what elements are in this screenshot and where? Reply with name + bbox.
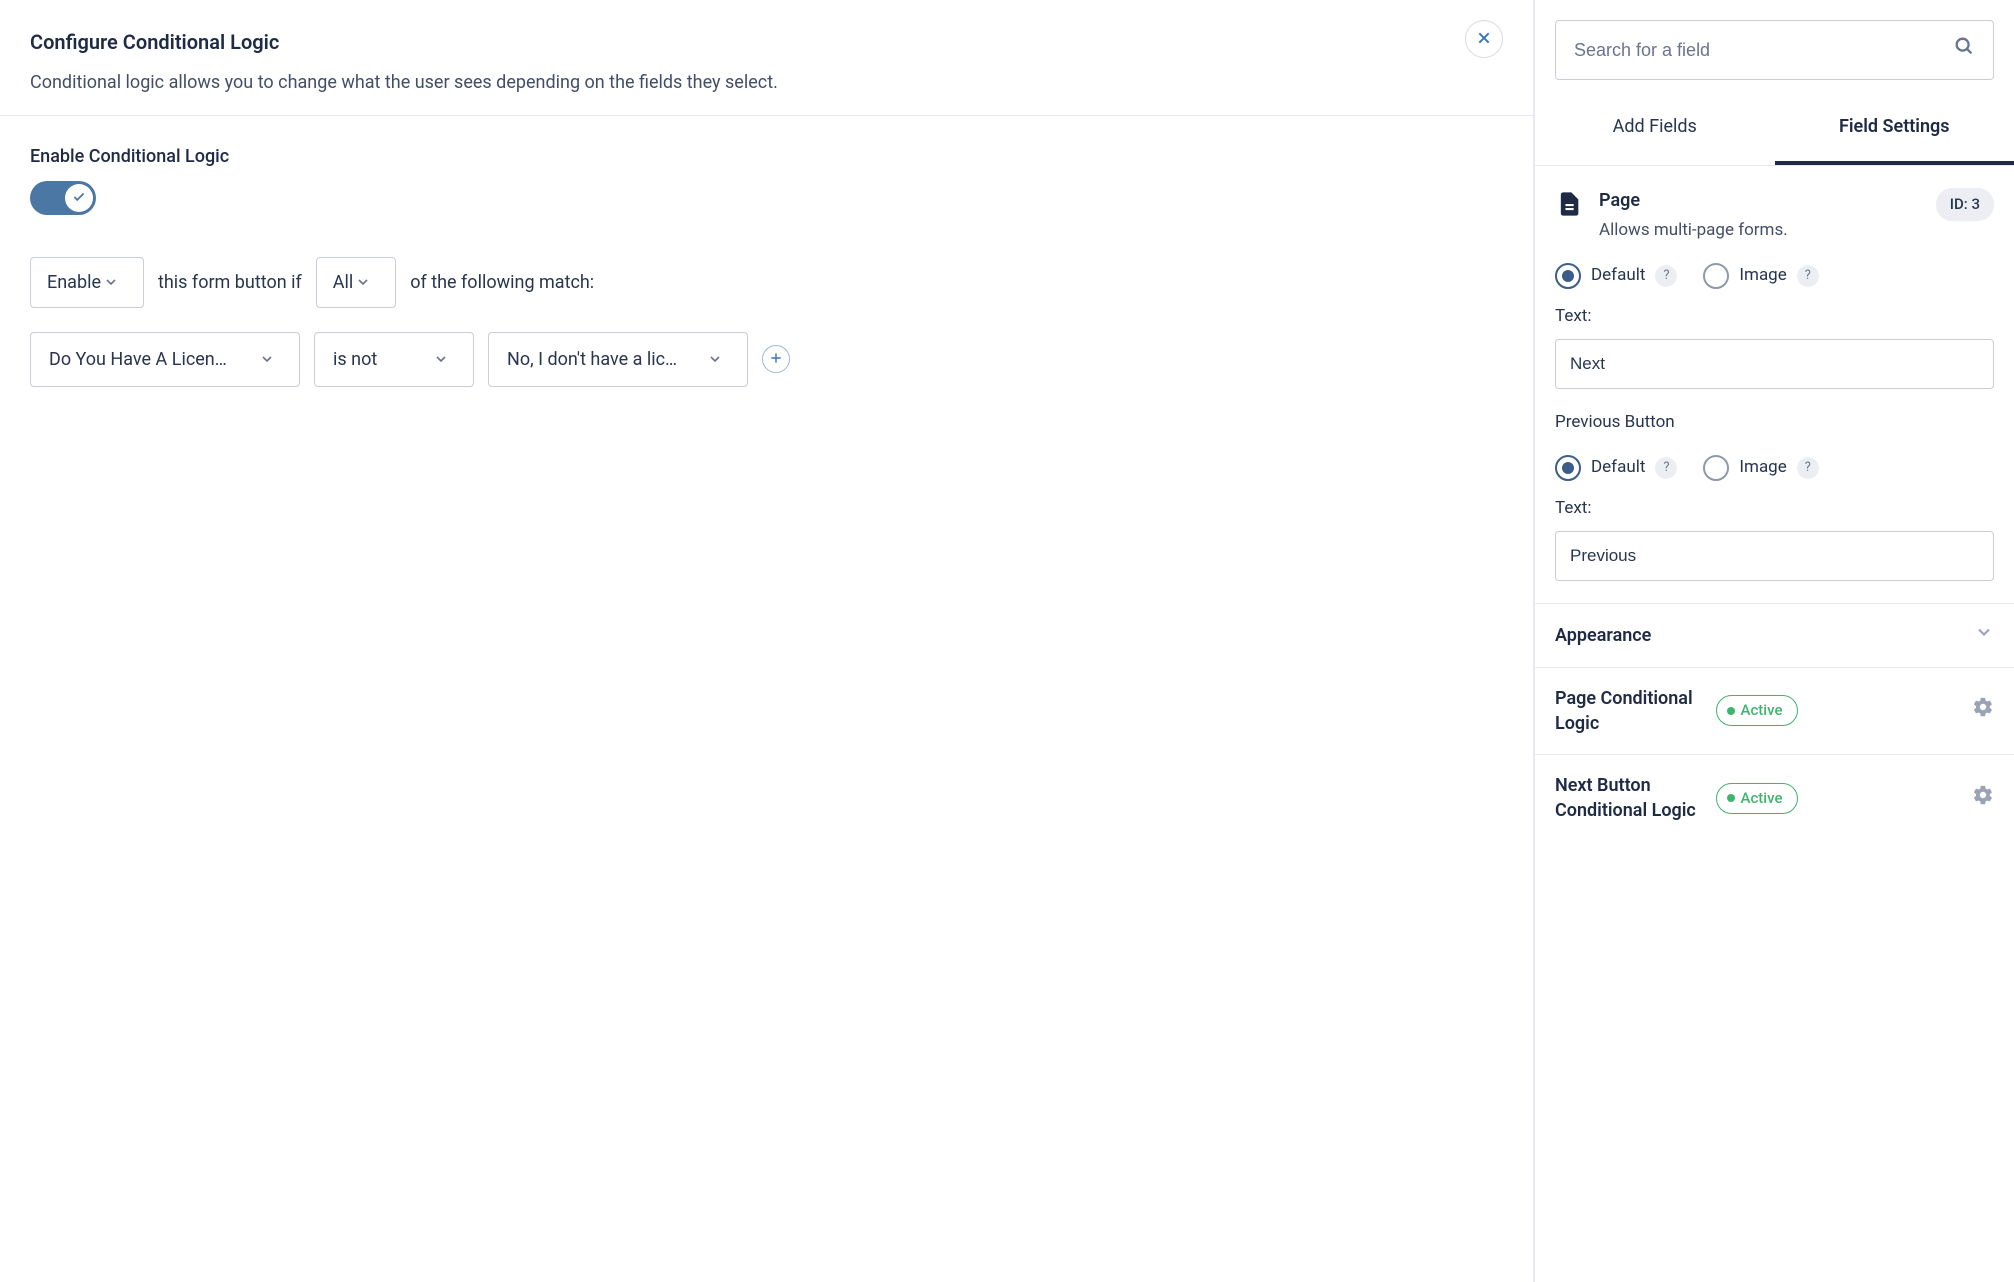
status-dot-icon [1727,794,1735,802]
next-text-label: Text: [1555,305,1994,329]
action-select-label: Enable [47,270,101,295]
prev-text-input[interactable] [1555,531,1994,581]
tab-add-fields[interactable]: Add Fields [1535,92,1775,165]
toggle-knob [65,184,93,212]
next-button-conditional-logic-section[interactable]: Next Button Conditional Logic Active [1535,755,2014,841]
help-icon[interactable]: ? [1655,265,1677,287]
close-icon [1476,30,1492,49]
gear-icon[interactable] [1972,696,1994,725]
prev-text-label: Text: [1555,497,1994,521]
radio-label: Image [1739,456,1786,480]
configure-panel: Configure Conditional Logic Conditional … [0,0,1534,1282]
prev-type-default-radio[interactable] [1555,455,1581,481]
radio-label: Default [1591,264,1645,288]
status-badge: Active [1716,695,1798,726]
status-text: Active [1741,788,1783,809]
configure-subtitle: Conditional logic allows you to change w… [30,70,1503,95]
sidebar: Add Fields Field Settings Page Allows mu… [1534,0,2014,1282]
radio-label: Default [1591,456,1645,480]
rule-field-label: Do You Have A Licen… [49,347,227,372]
next-type-image-radio[interactable] [1703,263,1729,289]
action-select[interactable]: Enable [30,257,144,308]
chevron-down-icon [1974,622,1994,649]
rule-operator-select[interactable]: is not [314,332,474,387]
tab-label: Add Fields [1613,116,1697,137]
help-icon[interactable]: ? [1655,457,1677,479]
appearance-section[interactable]: Appearance [1535,604,2014,668]
search-field[interactable] [1555,20,1994,80]
scope-select[interactable]: All [316,257,397,308]
enable-toggle[interactable] [30,181,96,215]
previous-button-label: Previous Button [1555,411,1994,435]
appearance-label: Appearance [1555,623,1960,648]
radio-label: Image [1739,264,1786,288]
tabs: Add Fields Field Settings [1535,92,2014,166]
status-dot-icon [1727,707,1735,715]
enable-label: Enable Conditional Logic [30,144,1503,169]
configure-title: Configure Conditional Logic [30,28,1503,56]
rule-value-select[interactable]: No, I don't have a lic… [488,332,748,387]
rule-value-label: No, I don't have a lic… [507,347,677,372]
rule-field-select[interactable]: Do You Have A Licen… [30,332,300,387]
sentence-text-1: this form button if [158,270,302,295]
help-icon[interactable]: ? [1797,457,1819,479]
scope-select-label: All [333,270,354,295]
check-icon [72,186,86,211]
status-badge: Active [1716,783,1798,814]
status-text: Active [1741,700,1783,721]
next-type-default-radio[interactable] [1555,263,1581,289]
rule-row: Do You Have A Licen… is not No, I don't … [30,332,1503,387]
search-icon [1953,35,1975,64]
add-rule-button[interactable] [762,345,790,373]
help-icon[interactable]: ? [1797,265,1819,287]
plus-icon [769,351,783,368]
field-name: Page [1599,188,1920,213]
tab-label: Field Settings [1839,116,1950,137]
page-conditional-logic-section[interactable]: Page Conditional Logic Active [1535,668,2014,755]
field-id-badge: ID: 3 [1936,188,1994,221]
prev-button-type-row: Default ? Image ? [1555,455,1994,481]
sentence-text-2: of the following match: [410,270,594,295]
search-input[interactable] [1574,40,1941,61]
prev-type-image-radio[interactable] [1703,455,1729,481]
sentence-row: Enable this form button if All of the fo… [30,257,1503,308]
section-title: Next Button Conditional Logic [1555,773,1702,823]
rule-operator-label: is not [333,347,377,372]
field-desc: Allows multi-page forms. [1599,219,1920,243]
next-text-input[interactable] [1555,339,1994,389]
section-title: Page Conditional Logic [1555,686,1702,736]
close-button[interactable] [1465,20,1503,58]
general-panel: Page Allows multi-page forms. ID: 3 Defa… [1535,166,2014,603]
configure-header: Configure Conditional Logic Conditional … [0,0,1533,116]
next-button-type-row: Default ? Image ? [1555,263,1994,289]
tab-field-settings[interactable]: Field Settings [1775,92,2014,165]
page-icon [1555,190,1583,225]
gear-icon[interactable] [1972,784,1994,813]
